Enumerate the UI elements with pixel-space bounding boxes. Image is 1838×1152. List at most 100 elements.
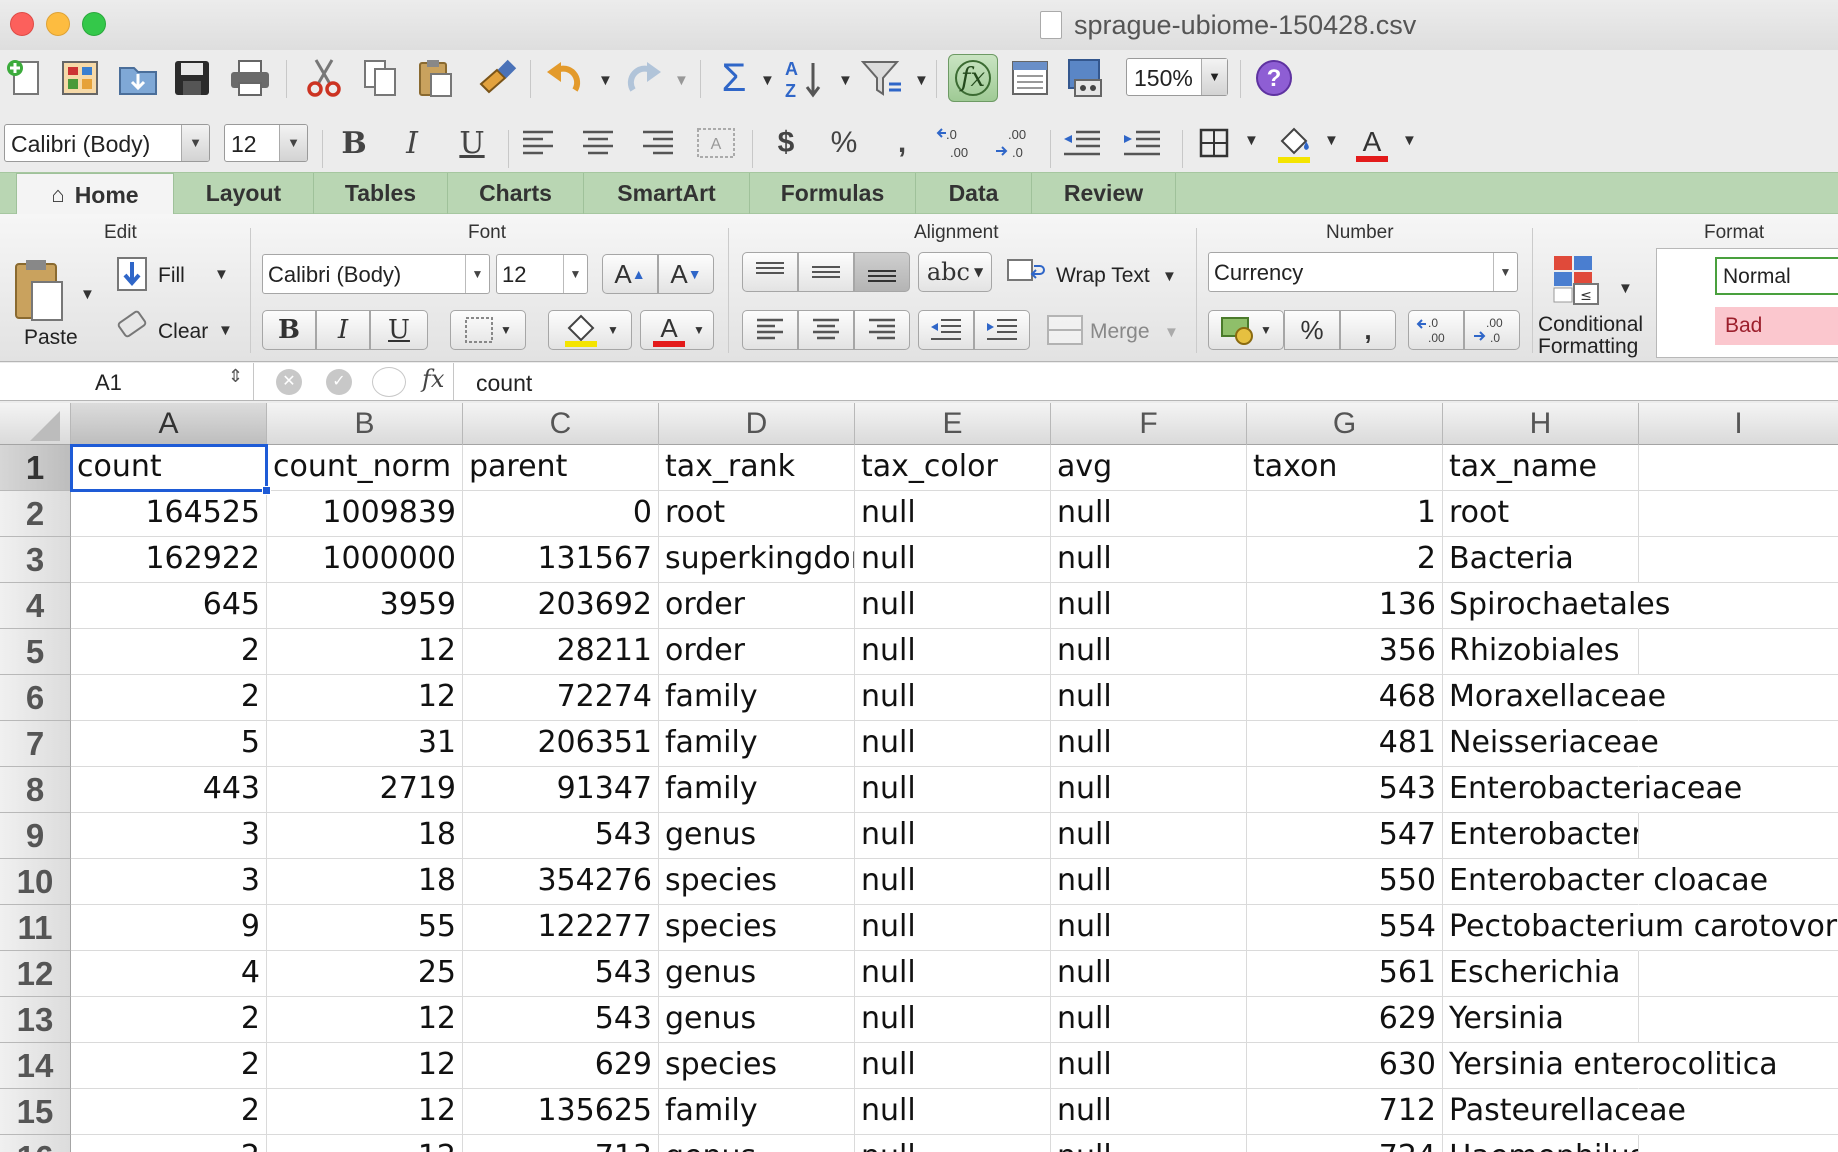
cell-a8[interactable]: 443	[71, 767, 267, 813]
accounting-format-button[interactable]: ▼	[1208, 310, 1284, 350]
row-header[interactable]: 6	[0, 675, 71, 721]
column-header-i[interactable]: I	[1639, 403, 1838, 445]
cell-g13[interactable]: 629	[1247, 997, 1443, 1043]
cell-g6[interactable]: 468	[1247, 675, 1443, 721]
cell-f15[interactable]: null	[1051, 1089, 1247, 1135]
cell-h4[interactable]: Spirochaetales	[1443, 583, 1670, 629]
cell-a15[interactable]: 2	[71, 1089, 267, 1135]
cell-g1[interactable]: taxon	[1247, 445, 1443, 491]
cell-g2[interactable]: 1	[1247, 491, 1443, 537]
wrap-text-label[interactable]: Wrap Text	[1056, 264, 1150, 288]
undo-icon[interactable]	[544, 56, 588, 100]
column-header-f[interactable]: F	[1051, 403, 1247, 445]
align-bottom-icon[interactable]	[854, 252, 910, 292]
column-header-d[interactable]: D	[659, 403, 855, 445]
ribbon-increase-decimal-icon[interactable]: .0.00	[1408, 310, 1464, 350]
align-left-icon[interactable]	[520, 124, 556, 162]
font-size-dropdown-icon[interactable]: ▼	[279, 125, 307, 161]
ribbon-increase-indent-icon[interactable]	[974, 310, 1030, 350]
print-icon[interactable]	[228, 56, 272, 100]
style-bad[interactable]: Bad	[1715, 307, 1838, 345]
align-top-icon[interactable]	[742, 252, 798, 292]
cell-g16[interactable]: 724	[1247, 1135, 1443, 1152]
shrink-font-button[interactable]: A ▼	[658, 254, 714, 294]
cell-h7[interactable]: Neisseriaceae	[1443, 721, 1659, 767]
cell-h14[interactable]: Yersinia enterocolitica	[1443, 1043, 1778, 1089]
column-header-e[interactable]: E	[855, 403, 1051, 445]
merge-dropdown-icon[interactable]: ▼	[1164, 324, 1179, 341]
redo-dropdown-icon[interactable]: ▼	[674, 72, 689, 89]
row-header[interactable]: 4	[0, 583, 71, 629]
cell-b6[interactable]: 12	[267, 675, 463, 721]
filter-dropdown-icon[interactable]: ▼	[914, 72, 929, 89]
cell-a2[interactable]: 164525	[71, 491, 267, 537]
cell-e15[interactable]: null	[855, 1089, 1051, 1135]
wrap-text-icon[interactable]	[1006, 258, 1046, 295]
name-box[interactable]: A1 ⇕	[0, 363, 254, 400]
cell-b10[interactable]: 18	[267, 859, 463, 905]
cell-h8[interactable]: Enterobacteriaceae	[1443, 767, 1742, 813]
fill-color-dropdown-icon[interactable]: ▼	[1324, 132, 1339, 149]
cell-b11[interactable]: 55	[267, 905, 463, 951]
number-format-select[interactable]: Currency ▼	[1208, 252, 1518, 292]
copy-icon[interactable]	[358, 56, 402, 100]
cell-i5[interactable]	[1639, 629, 1838, 675]
cell-e2[interactable]: null	[855, 491, 1051, 537]
cell-d3[interactable]: superkingdom	[659, 537, 855, 583]
cell-b9[interactable]: 18	[267, 813, 463, 859]
open-icon[interactable]	[116, 56, 160, 100]
cell-g9[interactable]: 547	[1247, 813, 1443, 859]
cell-g15[interactable]: 712	[1247, 1089, 1443, 1135]
row-header[interactable]: 3	[0, 537, 71, 583]
cell-d15[interactable]: family	[659, 1089, 855, 1135]
fx-icon[interactable]: fx	[422, 365, 444, 393]
paste-icon[interactable]	[14, 258, 66, 327]
cell-d6[interactable]: family	[659, 675, 855, 721]
cell-e13[interactable]: null	[855, 997, 1051, 1043]
cell-h1[interactable]: tax_name	[1443, 445, 1639, 491]
row-header[interactable]: 8	[0, 767, 71, 813]
minimize-window-button[interactable]	[46, 12, 70, 36]
ribbon-percent-button[interactable]: %	[1284, 310, 1340, 350]
ribbon-underline-button[interactable]: U	[370, 310, 428, 350]
ribbon-font-name-dropdown-icon[interactable]: ▼	[465, 255, 489, 293]
cell-g12[interactable]: 561	[1247, 951, 1443, 997]
increase-decimal-icon[interactable]: .0.00	[936, 124, 980, 162]
cell-b7[interactable]: 31	[267, 721, 463, 767]
ribbon-decrease-decimal-icon[interactable]: .00.0	[1464, 310, 1520, 350]
merge-label[interactable]: Merge	[1090, 320, 1150, 344]
tab-data[interactable]: Data	[916, 173, 1032, 214]
cell-f1[interactable]: avg	[1051, 445, 1247, 491]
column-header-b[interactable]: B	[267, 403, 463, 445]
cell-c4[interactable]: 203692	[463, 583, 659, 629]
cell-g3[interactable]: 2	[1247, 537, 1443, 583]
ribbon-font-color-button[interactable]: A ▼	[640, 310, 714, 350]
grow-font-button[interactable]: A ▲	[602, 254, 658, 294]
conditional-formatting-label[interactable]: Conditional Formatting	[1538, 314, 1643, 358]
cell-b12[interactable]: 25	[267, 951, 463, 997]
cell-c7[interactable]: 206351	[463, 721, 659, 767]
cell-c14[interactable]: 629	[463, 1043, 659, 1089]
decrease-decimal-icon[interactable]: .00.0	[994, 124, 1038, 162]
cell-h13[interactable]: Yersinia	[1443, 997, 1639, 1043]
autosum-dropdown-icon[interactable]: ▼	[760, 72, 775, 89]
paste-dropdown-icon[interactable]: ▼	[80, 286, 95, 303]
bold-button[interactable]: B	[336, 124, 372, 162]
number-format-dropdown-icon[interactable]: ▼	[1493, 253, 1517, 291]
currency-button[interactable]: $	[768, 124, 804, 162]
cell-e10[interactable]: null	[855, 859, 1051, 905]
cell-g4[interactable]: 136	[1247, 583, 1443, 629]
align-center-icon[interactable]	[580, 124, 616, 162]
zoom-window-button[interactable]	[82, 12, 106, 36]
row-header[interactable]: 11	[0, 905, 71, 951]
cell-d16[interactable]: genus	[659, 1135, 855, 1152]
cell-d13[interactable]: genus	[659, 997, 855, 1043]
ribbon-italic-button[interactable]: I	[316, 310, 370, 350]
text-orientation-button[interactable]: abc ▼	[918, 252, 992, 292]
cell-c6[interactable]: 72274	[463, 675, 659, 721]
cell-e8[interactable]: null	[855, 767, 1051, 813]
row-header[interactable]: 10	[0, 859, 71, 905]
cell-h10[interactable]: Enterobacter cloacae	[1443, 859, 1768, 905]
formula-toggle-icon[interactable]	[372, 367, 406, 397]
cell-h16[interactable]: Haemophilus	[1443, 1135, 1639, 1152]
